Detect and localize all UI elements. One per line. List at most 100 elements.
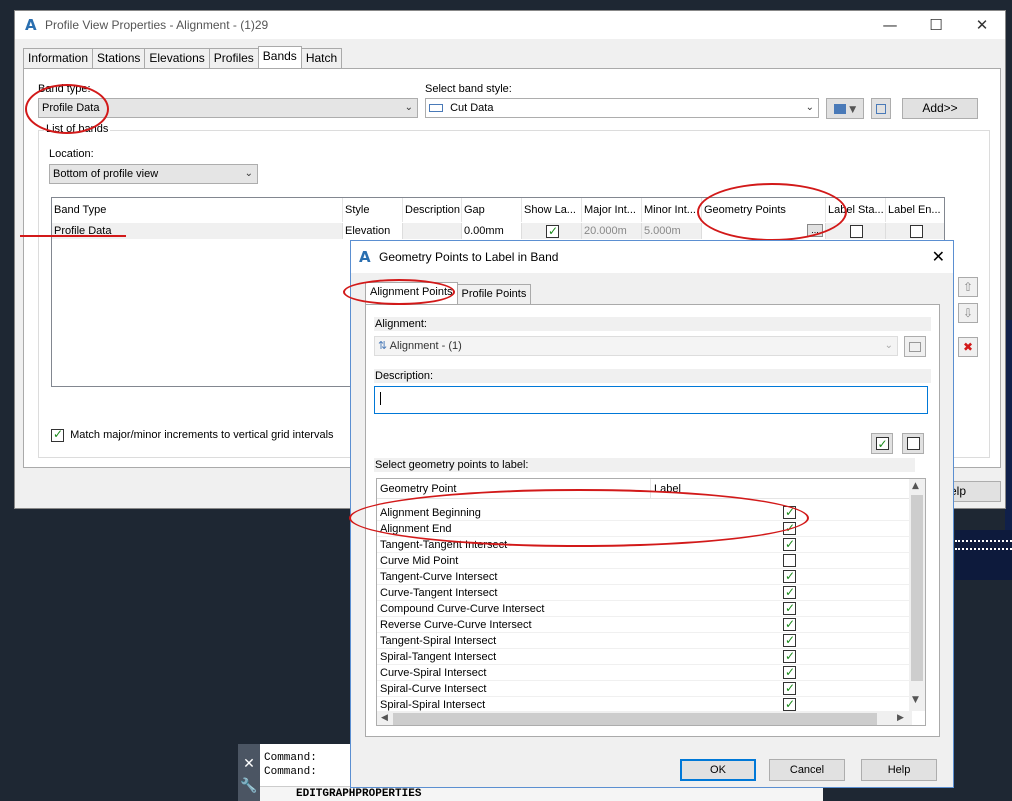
col-gap[interactable]: Gap [462, 198, 522, 222]
col-band-type[interactable]: Band Type [52, 198, 343, 222]
cell-show-labels[interactable] [522, 223, 582, 239]
cell-minor-int[interactable]: 5.000m [642, 223, 702, 239]
chevron-down-icon: ⌄ [404, 102, 413, 113]
list-item[interactable]: Curve Mid Point [377, 553, 912, 569]
list-item[interactable]: Tangent-Curve Intersect [377, 568, 912, 585]
maximize-icon[interactable]: ☐ [913, 11, 959, 39]
cell-description[interactable] [403, 223, 462, 239]
list-item[interactable]: Curve-Spiral Intersect [377, 664, 912, 681]
delete-band-button[interactable]: ✖ [958, 337, 978, 357]
geometry-point-name: Curve-Tangent Intersect [380, 587, 498, 599]
label-end-checkbox[interactable] [910, 224, 923, 238]
close-cmd-icon[interactable]: ✕ [238, 756, 260, 772]
check-all-icon [875, 435, 889, 454]
list-item[interactable]: Curve-Tangent Intersect [377, 584, 912, 601]
minimize-icon[interactable]: — [867, 11, 913, 39]
window-controls: — ☐ ✕ [867, 11, 1005, 39]
tab-hatch[interactable]: Hatch [300, 48, 343, 68]
tab-elevations[interactable]: Elevations [144, 48, 210, 68]
drawing-area-fragment [955, 530, 1012, 580]
band-style-icon [429, 104, 443, 113]
tab-stations[interactable]: Stations [92, 48, 146, 68]
alignment-select[interactable]: ⇅ Alignment - (1) ⌄ [374, 336, 898, 356]
cell-label-end[interactable] [886, 223, 944, 239]
edit-style-button[interactable]: ▼ [826, 98, 864, 119]
cell-major-int[interactable]: 20.000m [582, 223, 642, 239]
scroll-thumb[interactable] [911, 495, 923, 681]
list-hscrollbar[interactable]: ◀ ▶ [377, 711, 912, 725]
scroll-left-icon[interactable]: ◀ [381, 713, 388, 723]
uncheck-all-button[interactable] [902, 433, 924, 454]
pick-alignment-button[interactable] [904, 336, 926, 357]
location-select[interactable]: Bottom of profile view ⌄ [49, 164, 258, 184]
move-up-button[interactable]: ⇧ [958, 277, 978, 297]
list-vscrollbar[interactable]: ▲ ▼ [909, 479, 925, 711]
select-geometry-points-label: Select geometry points to label: [374, 458, 915, 472]
label-checkbox[interactable] [783, 554, 796, 567]
description-input[interactable] [374, 386, 928, 414]
scroll-right-icon[interactable]: ▶ [897, 713, 904, 723]
tab-information[interactable]: Information [23, 48, 94, 68]
tab-profiles[interactable]: Profiles [208, 48, 259, 68]
close-icon[interactable]: ✕ [932, 247, 945, 266]
list-item[interactable]: Tangent-Spiral Intersect [377, 632, 912, 649]
check-all-button[interactable] [871, 433, 893, 454]
text-caret [380, 392, 381, 405]
label-checkbox[interactable] [783, 664, 796, 680]
list-item[interactable]: Spiral-Tangent Intersect [377, 648, 912, 665]
move-down-button[interactable]: ⇩ [958, 303, 978, 323]
command-history-line: Command: [264, 752, 317, 764]
annotation-geometry-points [697, 183, 847, 241]
label-checkbox[interactable] [783, 632, 796, 648]
match-increments-option[interactable]: Match major/minor increments to vertical… [51, 427, 334, 442]
list-item[interactable]: Compound Curve-Curve Intersect [377, 600, 912, 617]
show-labels-checkbox[interactable] [546, 223, 559, 239]
band-style-select[interactable]: Cut Data ⌄ [425, 98, 819, 118]
label-checkbox[interactable] [783, 600, 796, 616]
chevron-down-icon: ⌄ [244, 168, 253, 179]
add-button[interactable]: Add>> [902, 98, 978, 119]
col-style[interactable]: Style [343, 198, 403, 222]
annotation-alignment-points-tab [343, 279, 455, 305]
col-label-end[interactable]: Label En... [886, 198, 944, 222]
main-tabs: Information Stations Elevations Profiles Ban… [23, 46, 343, 68]
label-checkbox[interactable] [783, 680, 796, 696]
label-checkbox[interactable] [783, 648, 796, 664]
alignment-label: Alignment: [374, 317, 931, 331]
scroll-down-icon[interactable]: ▼ [912, 695, 919, 705]
col-show-labels[interactable]: Show La... [522, 198, 582, 222]
pick-style-button[interactable] [871, 98, 891, 119]
annotation-alignment-begin-end [349, 489, 809, 547]
cancel-button[interactable]: Cancel [769, 759, 845, 781]
geometry-point-name: Tangent-Curve Intersect [380, 571, 498, 583]
label-checkbox[interactable] [783, 584, 796, 600]
help-button[interactable]: Help [861, 759, 937, 781]
pick-icon [876, 103, 886, 114]
geometry-points-dialog: A Geometry Points to Label in Band ✕ Ali… [343, 240, 954, 788]
geometry-point-name: Spiral-Tangent Intersect [380, 651, 497, 663]
description-label: Description: [374, 369, 931, 383]
pick-icon [909, 341, 921, 352]
scroll-up-icon[interactable]: ▲ [912, 481, 919, 491]
match-increments-checkbox[interactable] [51, 427, 64, 442]
col-description[interactable]: Description [403, 198, 462, 222]
scroll-thumb[interactable] [393, 713, 877, 725]
cell-gap[interactable]: 0.00mm [462, 223, 522, 239]
ok-button[interactable]: OK [680, 759, 756, 781]
label-start-checkbox[interactable] [850, 224, 863, 238]
list-item[interactable]: Reverse Curve-Curve Intersect [377, 616, 912, 633]
label-checkbox[interactable] [783, 536, 796, 552]
close-icon[interactable]: ✕ [959, 11, 1005, 39]
cell-style[interactable]: Elevation [343, 223, 403, 239]
wrench-icon[interactable]: 🔧 [238, 778, 260, 794]
label-checkbox[interactable] [783, 616, 796, 632]
geometry-point-name: Compound Curve-Curve Intersect [380, 603, 545, 615]
col-major-int[interactable]: Major Int... [582, 198, 642, 222]
tab-profile-points[interactable]: Profile Points [456, 284, 532, 304]
command-input[interactable]: EDITGRAPHPROPERTIES [260, 786, 823, 801]
col-minor-int[interactable]: Minor Int... [642, 198, 702, 222]
list-item[interactable]: Spiral-Curve Intersect [377, 680, 912, 697]
tab-bands[interactable]: Bands [257, 46, 302, 68]
label-checkbox[interactable] [783, 696, 796, 712]
label-checkbox[interactable] [783, 568, 796, 584]
